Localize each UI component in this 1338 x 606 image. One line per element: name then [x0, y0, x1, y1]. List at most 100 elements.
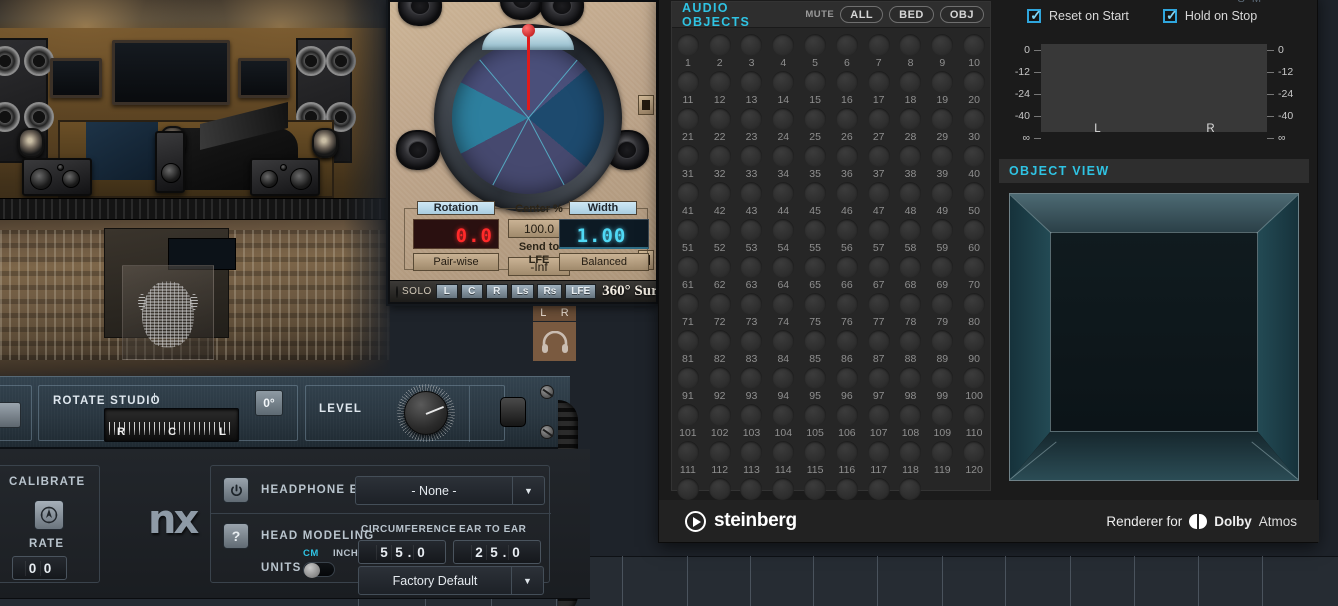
- audio-object-led[interactable]: [963, 219, 986, 241]
- audio-object-led[interactable]: [708, 256, 731, 278]
- audio-object-led[interactable]: [804, 404, 827, 426]
- audio-object-led[interactable]: [931, 330, 954, 352]
- audio-object-88[interactable]: 88: [895, 330, 927, 367]
- units-cm-label[interactable]: CM: [303, 548, 319, 559]
- audio-object-led[interactable]: [708, 367, 731, 389]
- audio-object-62[interactable]: 62: [704, 256, 736, 293]
- audio-object-led[interactable]: [804, 145, 827, 167]
- audio-object-led[interactable]: [772, 108, 795, 130]
- audio-object-led[interactable]: [708, 330, 731, 352]
- audio-object-led[interactable]: [931, 441, 954, 463]
- audio-object-led[interactable]: [899, 108, 922, 130]
- audio-object-85[interactable]: 85: [799, 330, 831, 367]
- audio-object-3[interactable]: 3: [736, 34, 768, 71]
- audio-object-led[interactable]: [708, 145, 731, 167]
- width-mode-button[interactable]: Balanced: [559, 253, 649, 271]
- audio-object-led[interactable]: [963, 71, 986, 93]
- channel-button-r[interactable]: R: [485, 284, 508, 299]
- audio-object-25[interactable]: 25: [799, 108, 831, 145]
- audio-object-13[interactable]: 13: [736, 71, 768, 108]
- audio-object-52[interactable]: 52: [704, 219, 736, 256]
- audio-object-56[interactable]: 56: [831, 219, 863, 256]
- audio-object-led[interactable]: [867, 478, 890, 500]
- audio-object-119[interactable]: 119: [926, 441, 958, 478]
- audio-object-led[interactable]: [804, 441, 827, 463]
- audio-object-led[interactable]: [708, 478, 731, 500]
- audio-object-65[interactable]: 65: [799, 256, 831, 293]
- audio-object-43[interactable]: 43: [736, 182, 768, 219]
- rotation-value-display[interactable]: 0.0: [413, 219, 499, 249]
- audio-object-led[interactable]: [740, 145, 763, 167]
- audio-object-66[interactable]: 66: [831, 256, 863, 293]
- audio-object-led[interactable]: [835, 478, 858, 500]
- audio-object-led[interactable]: [772, 219, 795, 241]
- audio-object-led[interactable]: [899, 34, 922, 56]
- audio-object-led[interactable]: [931, 256, 954, 278]
- audio-object-led[interactable]: [899, 256, 922, 278]
- audio-object-60[interactable]: 60: [958, 219, 990, 256]
- audio-object-led[interactable]: [931, 182, 954, 204]
- audio-object-57[interactable]: 57: [863, 219, 895, 256]
- mute-bed-button[interactable]: BED: [889, 6, 934, 23]
- audio-object-led[interactable]: [676, 330, 699, 352]
- audio-object-42[interactable]: 42: [704, 182, 736, 219]
- audio-object-94[interactable]: 94: [767, 367, 799, 404]
- audio-object-95[interactable]: 95: [799, 367, 831, 404]
- audio-object-led[interactable]: [867, 145, 890, 167]
- audio-object-80[interactable]: 80: [958, 293, 990, 330]
- audio-object-led[interactable]: [963, 404, 986, 426]
- audio-object-97[interactable]: 97: [863, 367, 895, 404]
- audio-object-111[interactable]: 111: [672, 441, 704, 478]
- circumference-field[interactable]: 5 5 . 0: [358, 540, 446, 564]
- audio-object-led[interactable]: [867, 441, 890, 463]
- audio-object-96[interactable]: 96: [831, 367, 863, 404]
- audio-object-10[interactable]: 10: [958, 34, 990, 71]
- audio-object-led[interactable]: [867, 182, 890, 204]
- channel-button-lfe[interactable]: LFE: [565, 284, 597, 299]
- audio-object-114[interactable]: 114: [767, 441, 799, 478]
- audio-object-led[interactable]: [835, 293, 858, 315]
- audio-object-40[interactable]: 40: [958, 145, 990, 182]
- audio-object-24[interactable]: 24: [767, 108, 799, 145]
- audio-object-led[interactable]: [899, 182, 922, 204]
- audio-object-led[interactable]: [899, 478, 922, 500]
- audio-object-led[interactable]: [772, 256, 795, 278]
- panner-position-handle[interactable]: [522, 24, 535, 37]
- audio-object-led[interactable]: [740, 71, 763, 93]
- audio-object-22[interactable]: 22: [704, 108, 736, 145]
- audio-object-led[interactable]: [931, 293, 954, 315]
- audio-object-led[interactable]: [772, 145, 795, 167]
- audio-object-27[interactable]: 27: [863, 108, 895, 145]
- audio-object-82[interactable]: 82: [704, 330, 736, 367]
- audio-object-50[interactable]: 50: [958, 182, 990, 219]
- audio-object-led[interactable]: [676, 404, 699, 426]
- audio-object-led[interactable]: [899, 367, 922, 389]
- audio-object-led[interactable]: [835, 441, 858, 463]
- audio-object-84[interactable]: 84: [767, 330, 799, 367]
- audio-object-led[interactable]: [835, 71, 858, 93]
- audio-object-led[interactable]: [931, 71, 954, 93]
- audio-object-led[interactable]: [963, 256, 986, 278]
- rotate-studio-degrees[interactable]: 0°: [255, 390, 283, 416]
- audio-object-78[interactable]: 78: [895, 293, 927, 330]
- audio-object-109[interactable]: 109: [926, 404, 958, 441]
- audio-object-70[interactable]: 70: [958, 256, 990, 293]
- audio-object-led[interactable]: [899, 219, 922, 241]
- audio-object-106[interactable]: 106: [831, 404, 863, 441]
- audio-object-104[interactable]: 104: [767, 404, 799, 441]
- mute-obj-button[interactable]: OBJ: [939, 6, 984, 23]
- audio-object-led[interactable]: [804, 108, 827, 130]
- audio-object-led[interactable]: [708, 441, 731, 463]
- audio-object-26[interactable]: 26: [831, 108, 863, 145]
- hold-on-stop-checkbox[interactable]: [1162, 7, 1179, 24]
- audio-object-72[interactable]: 72: [704, 293, 736, 330]
- audio-object-led[interactable]: [740, 219, 763, 241]
- audio-object-103[interactable]: 103: [736, 404, 768, 441]
- headphone-lr-indicator[interactable]: L R: [533, 305, 576, 361]
- audio-object-led[interactable]: [772, 330, 795, 352]
- audio-object-86[interactable]: 86: [831, 330, 863, 367]
- audio-object-59[interactable]: 59: [926, 219, 958, 256]
- audio-object-led[interactable]: [931, 367, 954, 389]
- head-modeling-help-button[interactable]: ?: [223, 523, 249, 549]
- audio-object-4[interactable]: 4: [767, 34, 799, 71]
